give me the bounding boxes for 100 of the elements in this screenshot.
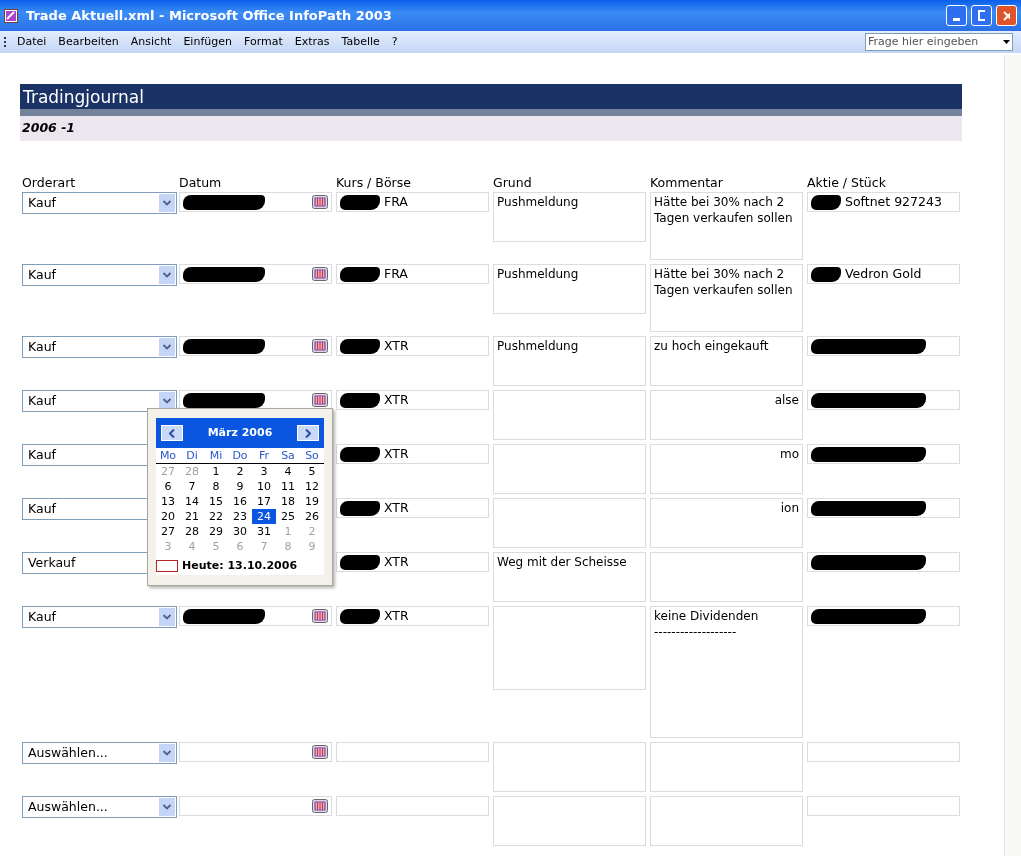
text-field[interactable]: XTR [336,390,489,410]
text-field[interactable]: XTR [336,606,489,626]
calendar-day[interactable]: 21 [180,509,204,524]
text-field[interactable] [807,390,960,410]
calendar-day[interactable]: 12 [300,479,324,494]
dropdown[interactable]: Kauf [22,336,177,358]
date-field[interactable] [179,796,332,816]
calendar-day[interactable]: 23 [228,509,252,524]
next-month-button[interactable] [297,425,319,441]
calendar-day[interactable]: 11 [276,479,300,494]
text-area[interactable]: zu hoch eingekauft [650,336,803,386]
text-area[interactable]: Weg mit der Scheisse [493,552,646,602]
calendar-icon[interactable] [312,267,328,281]
text-area[interactable]: Pushmeldung [493,264,646,314]
calendar-day[interactable]: 19 [300,494,324,509]
text-field[interactable]: XTR [336,336,489,356]
menu-item[interactable]: Einfügen [177,33,238,51]
placeholder-text: Frage hier eingeben [868,33,979,50]
text-field[interactable]: XTR [336,552,489,572]
text-field[interactable]: FRA [336,192,489,212]
menu-item[interactable]: Extras [288,33,336,51]
calendar-day[interactable]: 29 [204,524,228,539]
calendar-day[interactable]: 17 [252,494,276,509]
dropdown[interactable]: Kauf [22,192,177,214]
calendar-day[interactable]: 3 [252,464,276,479]
text-field[interactable] [807,336,960,356]
dropdown[interactable]: Auswählen... [22,796,177,818]
text-area[interactable]: keine Dividenden ------------------- [650,606,803,738]
calendar-day[interactable]: 28 [180,524,204,539]
text-field[interactable] [807,444,960,464]
calendar-day[interactable]: 16 [228,494,252,509]
text-area[interactable]: mo [650,444,803,494]
calendar-day[interactable]: 31 [252,524,276,539]
calendar-day[interactable]: 14 [180,494,204,509]
calendar-icon[interactable] [312,609,328,623]
menu-item[interactable]: Tabelle [335,33,386,51]
calendar-day[interactable]: 5 [300,464,324,479]
text-field[interactable] [807,498,960,518]
calendar-day[interactable]: 10 [252,479,276,494]
scrollbar[interactable] [1004,55,1021,856]
menu-item[interactable]: Bearbeiten [52,33,125,51]
calendar-day[interactable]: 30 [228,524,252,539]
calendar-day[interactable]: 2 [228,464,252,479]
text-area[interactable]: Hätte bei 30% nach 2 Tagen verkaufen sollen [650,264,803,332]
dropdown-arrow-icon [1003,40,1010,44]
date-field[interactable] [179,390,332,410]
date-field[interactable] [179,192,332,212]
calendar-day[interactable]: 1 [204,464,228,479]
menu-item[interactable]: Ansicht [124,33,178,51]
calendar-day[interactable]: 22 [204,509,228,524]
calendar-icon[interactable] [312,393,328,407]
calendar-day[interactable]: 6 [156,479,180,494]
text-area[interactable]: alse [650,390,803,440]
text-field[interactable]: Vedron Gold [807,264,960,284]
text-area[interactable]: Hätte bei 30% nach 2 Tagen verkaufen sollen [650,192,803,260]
calendar-day[interactable]: 27 [156,524,180,539]
text-area[interactable]: Pushmeldung [493,336,646,386]
menu-item[interactable]: Format [237,33,289,51]
dropdown[interactable]: Kauf [22,390,177,412]
text-field[interactable] [807,552,960,572]
calendar-day[interactable]: 18 [276,494,300,509]
date-field[interactable] [179,264,332,284]
close-button[interactable] [996,5,1017,26]
text-field[interactable] [336,796,489,816]
text-area[interactable]: Pushmeldung [493,192,646,242]
dropdown[interactable]: Auswählen... [22,742,177,764]
calendar-day[interactable]: 24 [252,509,276,524]
calendar-icon[interactable] [312,195,328,209]
calendar-icon[interactable] [312,799,328,813]
text-field[interactable]: Softnet 927243 [807,192,960,212]
text-field[interactable] [336,742,489,762]
calendar-icon[interactable] [312,339,328,353]
date-field[interactable] [179,606,332,626]
text-field[interactable] [807,606,960,626]
field-text: ion [780,500,799,516]
calendar-day[interactable]: 15 [204,494,228,509]
dropdown[interactable]: Kauf [22,606,177,628]
text-field[interactable]: FRA [336,264,489,284]
text-area[interactable]: ion [650,498,803,548]
date-field[interactable] [179,742,332,762]
maximize-button[interactable] [971,5,992,26]
calendar-day[interactable]: 26 [300,509,324,524]
date-field[interactable] [179,336,332,356]
calendar-day[interactable]: 4 [276,464,300,479]
calendar-day[interactable]: 25 [276,509,300,524]
calendar-icon[interactable] [312,745,328,759]
previous-month-button[interactable] [161,425,183,441]
calendar-day[interactable]: 9 [228,479,252,494]
help-search-field[interactable]: Frage hier eingeben [865,33,1013,51]
calendar-day[interactable]: 8 [204,479,228,494]
text-field[interactable] [807,796,960,816]
text-field[interactable]: XTR [336,444,489,464]
calendar-day[interactable]: 7 [180,479,204,494]
text-field[interactable] [807,742,960,762]
dropdown[interactable]: Kauf [22,264,177,286]
field-text: Weg mit der Scheisse [497,554,627,570]
text-field[interactable]: XTR [336,498,489,518]
menu-item[interactable]: Datei [11,33,53,51]
minimize-button[interactable] [946,5,967,26]
menu-item[interactable]: ? [385,33,404,51]
